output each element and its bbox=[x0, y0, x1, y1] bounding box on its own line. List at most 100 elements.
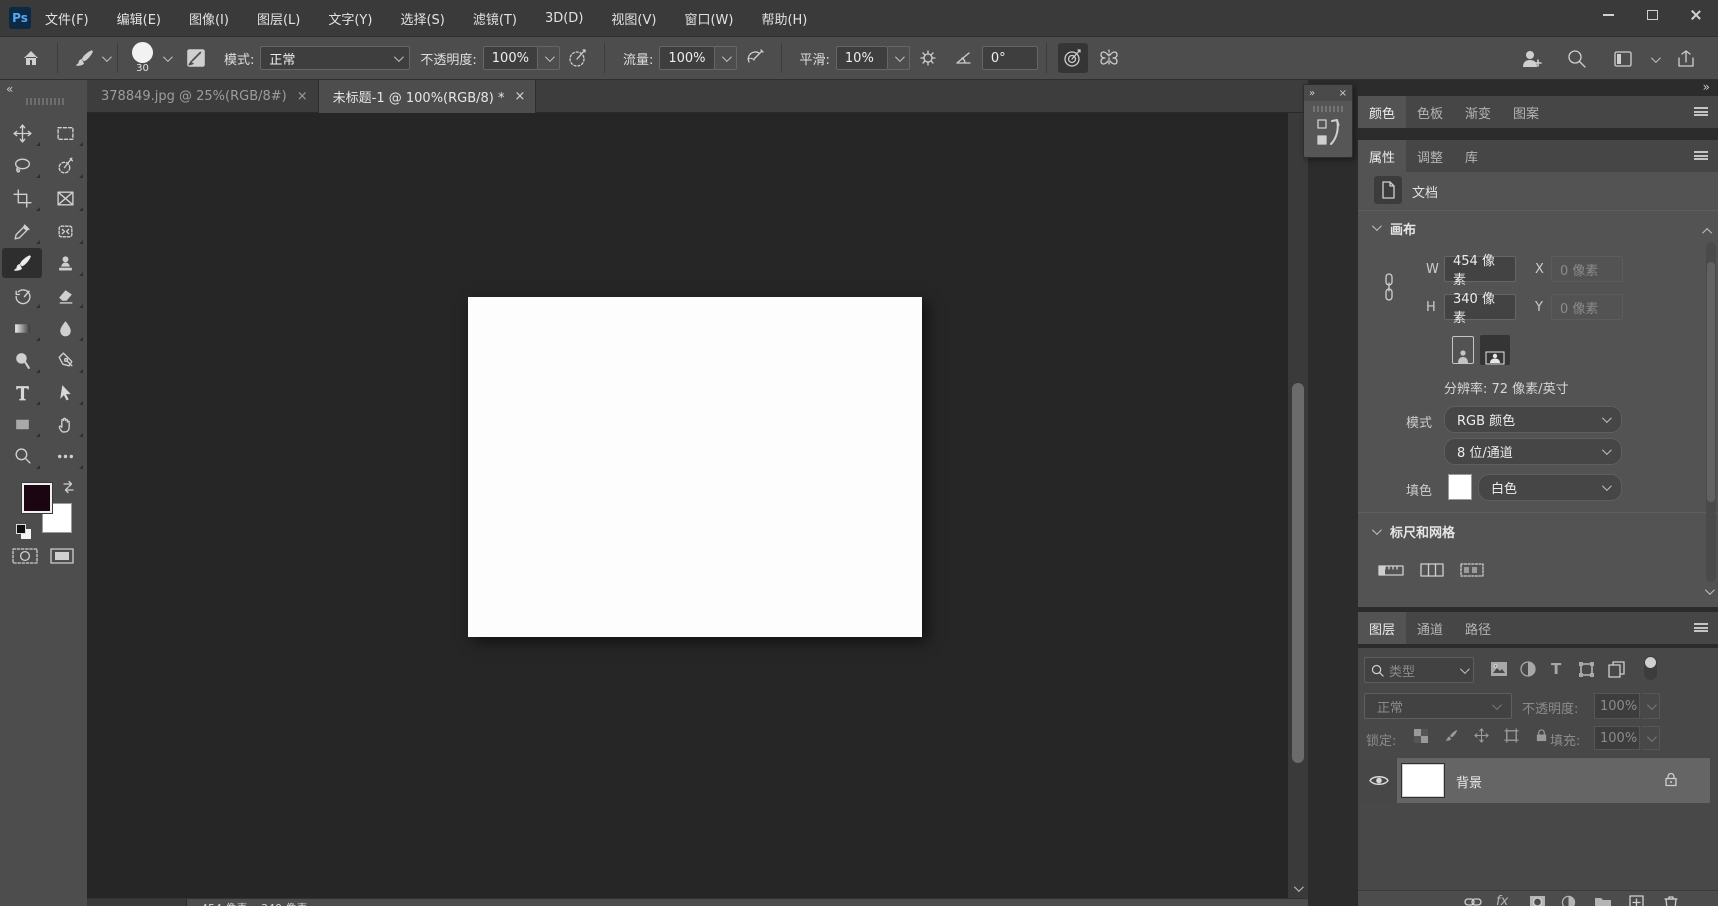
tab-adjustments[interactable]: 调整 bbox=[1406, 140, 1454, 172]
minimize-button[interactable] bbox=[1586, 0, 1630, 30]
layer-style-button[interactable]: fx bbox=[1496, 894, 1508, 906]
layer-row-background[interactable]: 背景 bbox=[1358, 758, 1710, 803]
brush-tool-preset[interactable] bbox=[69, 43, 99, 73]
properties-scrollbar[interactable] bbox=[1706, 242, 1716, 582]
panel-scroll-down-icon[interactable] bbox=[1705, 585, 1715, 595]
color-mode-select[interactable]: RGB 颜色 bbox=[1444, 406, 1622, 433]
layer-filter-toggle[interactable] bbox=[1644, 656, 1657, 680]
maximize-button[interactable] bbox=[1630, 0, 1674, 30]
scrollbar-down-arrow[interactable] bbox=[1294, 882, 1304, 892]
tab-paths[interactable]: 路径 bbox=[1454, 612, 1502, 644]
smoothing-slider-toggle[interactable] bbox=[888, 46, 910, 70]
tab-swatches[interactable]: 色板 bbox=[1406, 96, 1454, 128]
brush-settings-panel-toggle[interactable] bbox=[181, 43, 211, 73]
panel-menu-icon[interactable] bbox=[1694, 151, 1708, 160]
toggle-rulers-button[interactable] bbox=[1378, 562, 1404, 582]
toggle-guides-button[interactable] bbox=[1460, 562, 1484, 582]
share-button[interactable] bbox=[1671, 44, 1701, 74]
close-tab-icon[interactable]: × bbox=[297, 89, 308, 104]
default-colors-button[interactable] bbox=[16, 524, 32, 540]
fill-color-select[interactable]: 白色 bbox=[1478, 474, 1622, 501]
panel-menu-icon[interactable] bbox=[1694, 107, 1708, 116]
panel-grip[interactable] bbox=[1313, 106, 1343, 112]
new-group-button[interactable] bbox=[1594, 895, 1612, 906]
close-tab-icon[interactable]: × bbox=[515, 89, 526, 104]
document-tab-active[interactable]: 未标题-1 @ 100%(RGB/8) * × bbox=[319, 80, 537, 113]
document-canvas[interactable] bbox=[468, 297, 922, 637]
panel-menu-icon[interactable] bbox=[1694, 623, 1708, 632]
pressure-size-button[interactable] bbox=[1058, 43, 1088, 73]
toggle-grid-button[interactable] bbox=[1420, 562, 1444, 582]
scrollbar-thumb[interactable] bbox=[1292, 383, 1304, 763]
layer-thumbnail[interactable] bbox=[1402, 764, 1444, 797]
orientation-landscape-button[interactable] bbox=[1480, 335, 1510, 365]
filter-type-layers-button[interactable]: T bbox=[1551, 660, 1561, 678]
blur-tool[interactable] bbox=[45, 313, 85, 343]
menu-item-edit[interactable]: 编辑(E) bbox=[103, 0, 175, 36]
flow-input[interactable]: 100% bbox=[659, 46, 714, 70]
workspace-switcher[interactable] bbox=[1608, 44, 1638, 74]
section-chevron-icon[interactable] bbox=[1372, 525, 1382, 535]
layer-filter-select[interactable]: 类型 bbox=[1364, 657, 1474, 683]
flow-slider-toggle[interactable] bbox=[715, 46, 737, 70]
airbrush-button[interactable] bbox=[740, 43, 770, 73]
brush-tool-selected[interactable] bbox=[2, 248, 42, 278]
vertical-scrollbar[interactable] bbox=[1288, 113, 1308, 898]
crop-tool[interactable] bbox=[2, 183, 42, 213]
status-zoom-field[interactable] bbox=[87, 899, 187, 906]
filter-smart-objects-button[interactable] bbox=[1608, 661, 1625, 682]
quick-mask-button[interactable] bbox=[12, 548, 38, 568]
lock-all-button[interactable] bbox=[1530, 728, 1552, 743]
tab-gradients[interactable]: 渐变 bbox=[1454, 96, 1502, 128]
home-button[interactable] bbox=[16, 43, 46, 73]
move-tool[interactable] bbox=[2, 118, 42, 148]
close-panel-button[interactable]: × bbox=[1339, 88, 1347, 99]
more-tools-button[interactable] bbox=[45, 441, 85, 471]
workspace-chevron-icon[interactable] bbox=[1651, 53, 1661, 63]
height-input[interactable]: 340 像素 bbox=[1444, 294, 1516, 320]
section-chevron-icon[interactable] bbox=[1372, 221, 1382, 231]
account-button[interactable] bbox=[1516, 44, 1546, 74]
gradient-tool[interactable] bbox=[2, 313, 42, 343]
lock-artboard-button[interactable] bbox=[1500, 728, 1522, 743]
hand-tool[interactable] bbox=[45, 409, 85, 439]
toolbar-grip[interactable] bbox=[26, 98, 64, 105]
tab-color[interactable]: 颜色 bbox=[1358, 96, 1406, 128]
layer-lock-badge[interactable] bbox=[1664, 771, 1678, 792]
panel-scroll-up-icon[interactable] bbox=[1702, 228, 1712, 238]
scrollbar-thumb[interactable] bbox=[1707, 262, 1715, 502]
tab-channels[interactable]: 通道 bbox=[1406, 612, 1454, 644]
menu-item-window[interactable]: 窗口(W) bbox=[670, 0, 747, 36]
collapse-toolbar-button[interactable]: « bbox=[6, 82, 13, 96]
expand-panel-button[interactable]: » bbox=[1309, 88, 1315, 99]
tab-patterns[interactable]: 图案 bbox=[1502, 96, 1550, 128]
bit-depth-select[interactable]: 8 位/通道 bbox=[1444, 438, 1622, 465]
opacity-slider-toggle[interactable] bbox=[538, 46, 560, 70]
brush-size-chevron-icon[interactable] bbox=[163, 52, 173, 62]
foreground-color-swatch[interactable] bbox=[22, 483, 52, 513]
menu-item-help[interactable]: 帮助(H) bbox=[747, 0, 821, 36]
layer-visibility-toggle[interactable] bbox=[1369, 774, 1389, 791]
link-dimensions-icon[interactable] bbox=[1382, 272, 1396, 302]
angle-input[interactable]: 0° bbox=[982, 46, 1038, 70]
menu-item-layer[interactable]: 图层(L) bbox=[243, 0, 314, 36]
healing-patch-tool[interactable] bbox=[45, 216, 85, 246]
new-adjustment-layer-button[interactable] bbox=[1561, 895, 1576, 906]
clone-stamp-tool[interactable] bbox=[45, 248, 85, 278]
lock-pixels-button[interactable] bbox=[1440, 728, 1462, 743]
blend-mode-select[interactable]: 正常 bbox=[260, 46, 410, 70]
lasso-tool[interactable] bbox=[2, 150, 42, 180]
swap-colors-button[interactable] bbox=[60, 478, 78, 500]
search-button[interactable] bbox=[1562, 44, 1592, 74]
link-layers-button[interactable] bbox=[1464, 895, 1482, 906]
orientation-portrait-button[interactable] bbox=[1452, 336, 1474, 364]
tab-libraries[interactable]: 库 bbox=[1454, 140, 1489, 172]
menu-item-filter[interactable]: 滤镜(T) bbox=[459, 0, 531, 36]
zoom-tool[interactable] bbox=[2, 441, 42, 471]
add-mask-button[interactable] bbox=[1529, 895, 1546, 906]
history-brush-tool[interactable] bbox=[2, 280, 42, 310]
document-tab-inactive[interactable]: 378849.jpg @ 25%(RGB/8#) × bbox=[87, 80, 319, 113]
eyedropper-tool[interactable] bbox=[2, 216, 42, 246]
menu-item-type[interactable]: 文字(Y) bbox=[314, 0, 386, 36]
menu-item-view[interactable]: 视图(V) bbox=[597, 0, 670, 36]
